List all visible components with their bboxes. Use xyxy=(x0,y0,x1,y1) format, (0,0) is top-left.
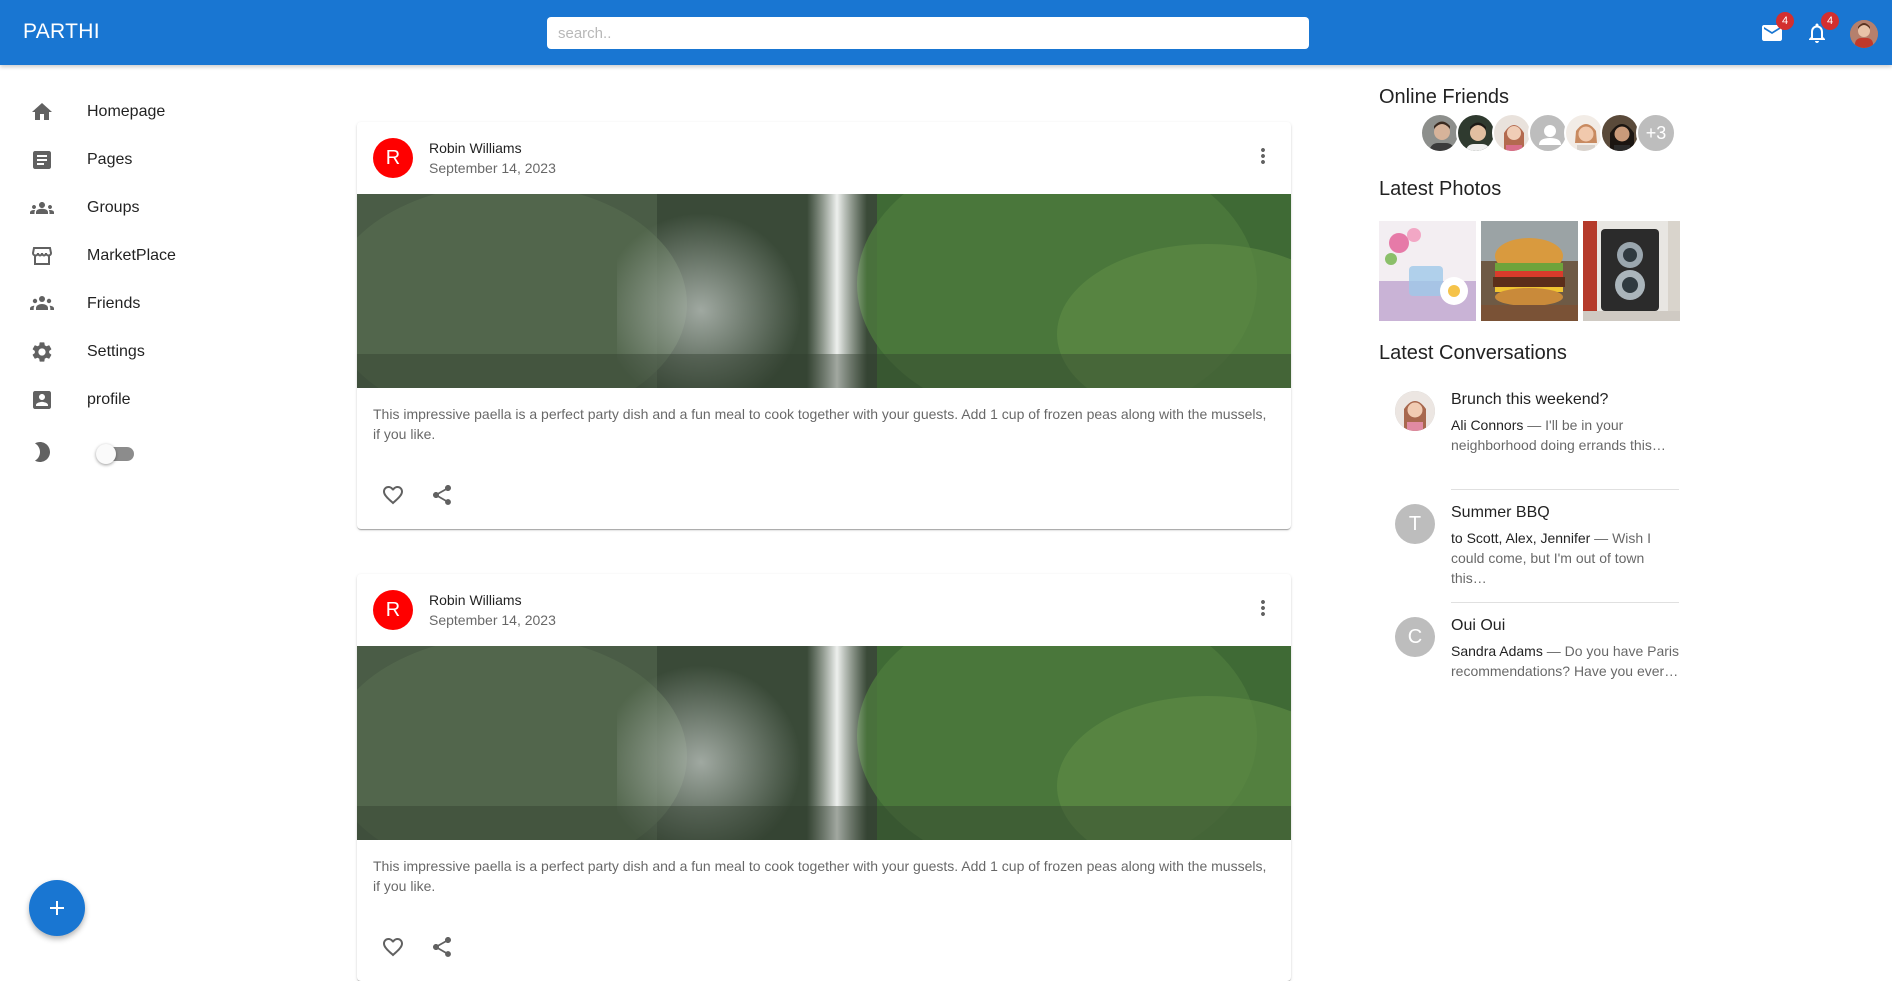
online-friend-avatar[interactable] xyxy=(1528,113,1568,153)
online-friend-avatar[interactable] xyxy=(1456,113,1496,153)
sidebar-item-marketplace[interactable]: MarketPlace xyxy=(20,236,260,276)
online-friend-avatar[interactable] xyxy=(1492,113,1532,153)
article-icon xyxy=(30,148,54,172)
conversation-avatar xyxy=(1395,391,1435,431)
app-bar: PARTHI 4 4 xyxy=(0,0,1892,65)
post-text: This impressive paella is a perfect part… xyxy=(373,858,1267,894)
conversation-sender: to Scott, Alex, Jennifer xyxy=(1451,530,1591,546)
post-actions xyxy=(357,463,1291,529)
conversation-item[interactable]: C Oui Oui Sandra Adams — Do you have Par… xyxy=(1395,609,1679,719)
account-box-icon xyxy=(30,388,54,412)
divider xyxy=(1451,489,1679,490)
mail-badge: 4 xyxy=(1776,12,1794,30)
heart-icon xyxy=(383,486,403,505)
app-logo[interactable]: PARTHI xyxy=(23,20,100,44)
conversation-sender: Ali Connors xyxy=(1451,417,1524,433)
post-date: September 14, 2023 xyxy=(429,160,556,176)
conversation-preview: to Scott, Alex, Jennifer — Wish I could … xyxy=(1451,528,1679,588)
post-author: Robin Williams xyxy=(429,140,522,156)
notifications-badge: 4 xyxy=(1821,12,1839,30)
online-friends-more[interactable]: +3 xyxy=(1636,113,1676,153)
sidebar-item-label: Friends xyxy=(87,295,141,312)
add-post-button[interactable] xyxy=(29,880,85,936)
sidebar-item-label: Homepage xyxy=(87,103,166,120)
share-icon xyxy=(433,937,451,957)
more-vert-icon xyxy=(1261,148,1265,164)
sidebar-item-homepage[interactable]: Homepage xyxy=(20,92,260,132)
sidebar-item-groups[interactable]: Groups xyxy=(20,188,260,228)
online-friend-avatar[interactable] xyxy=(1600,113,1640,153)
gear-icon xyxy=(30,340,54,364)
post-avatar[interactable]: R xyxy=(373,138,413,178)
notifications-button[interactable]: 4 xyxy=(1802,12,1839,48)
sidebar-item-pages[interactable]: Pages xyxy=(20,140,260,180)
post-header: R Robin Williams September 14, 2023 xyxy=(357,122,1291,194)
home-icon xyxy=(30,100,54,124)
sidebar-item-label: MarketPlace xyxy=(87,247,176,264)
dark-mode-indicator xyxy=(20,432,80,472)
moon-icon xyxy=(30,440,54,464)
conversation-preview: Ali Connors — I'll be in your neighborho… xyxy=(1451,415,1679,455)
conversation-avatar: T xyxy=(1395,504,1435,544)
conversation-title: Oui Oui xyxy=(1451,617,1506,634)
sidebar-item-label: Settings xyxy=(87,343,145,360)
conversation-sender: Sandra Adams xyxy=(1451,643,1543,659)
post-date: September 14, 2023 xyxy=(429,612,556,628)
conversation-preview: Sandra Adams — Do you have Paris recomme… xyxy=(1451,641,1679,681)
post-author: Robin Williams xyxy=(429,592,522,608)
sidebar-item-label: Pages xyxy=(87,151,133,168)
conversation-item[interactable]: Brunch this weekend? Ali Connors — I'll … xyxy=(1395,383,1679,493)
search-input[interactable] xyxy=(547,17,1309,49)
sidebar-item-profile[interactable]: profile xyxy=(20,380,260,420)
mail-button[interactable]: 4 xyxy=(1757,12,1794,48)
latest-conversations-title: Latest Conversations xyxy=(1379,342,1567,364)
conversation-item[interactable]: T Summer BBQ to Scott, Alex, Jennifer — … xyxy=(1395,496,1679,606)
person-icon xyxy=(1539,125,1561,145)
share-icon xyxy=(433,485,451,505)
online-friend-avatar[interactable] xyxy=(1420,113,1460,153)
conversation-avatar: C xyxy=(1395,617,1435,657)
post-image xyxy=(357,194,1291,388)
people-icon xyxy=(30,292,54,316)
sidebar-item-label: profile xyxy=(87,391,131,408)
storefront-icon xyxy=(30,244,54,268)
divider xyxy=(1451,602,1679,603)
heart-icon xyxy=(383,938,403,957)
toggle-thumb xyxy=(96,444,116,464)
post-actions xyxy=(357,915,1291,981)
more-vert-icon xyxy=(1261,600,1265,616)
post-card: R Robin Williams September 14, 2023 This… xyxy=(357,574,1291,981)
post-more-button[interactable] xyxy=(1251,144,1275,168)
latest-photo[interactable] xyxy=(1583,221,1680,321)
sidebar-item-label: Groups xyxy=(87,199,140,216)
user-avatar[interactable] xyxy=(1850,20,1878,48)
latest-photo[interactable] xyxy=(1379,221,1476,321)
online-friend-avatar[interactable] xyxy=(1564,113,1604,153)
post-image xyxy=(357,646,1291,840)
latest-photos-title: Latest Photos xyxy=(1379,178,1502,200)
latest-photo[interactable] xyxy=(1481,221,1578,321)
conversation-title: Summer BBQ xyxy=(1451,504,1550,521)
plus-icon xyxy=(50,901,64,915)
dark-mode-toggle[interactable] xyxy=(96,443,136,464)
like-button[interactable] xyxy=(379,481,407,509)
post-more-button[interactable] xyxy=(1251,596,1275,620)
sidebar-item-settings[interactable]: Settings xyxy=(20,332,260,372)
groups-icon xyxy=(30,196,54,220)
conversation-title: Brunch this weekend? xyxy=(1451,391,1609,408)
post-avatar[interactable]: R xyxy=(373,590,413,630)
online-friends-title: Online Friends xyxy=(1379,86,1510,108)
sidebar-item-friends[interactable]: Friends xyxy=(20,284,260,324)
post-text: This impressive paella is a perfect part… xyxy=(373,406,1267,442)
post-header: R Robin Williams September 14, 2023 xyxy=(357,574,1291,646)
share-button[interactable] xyxy=(428,481,456,509)
post-card: R Robin Williams September 14, 2023 This… xyxy=(357,122,1291,529)
